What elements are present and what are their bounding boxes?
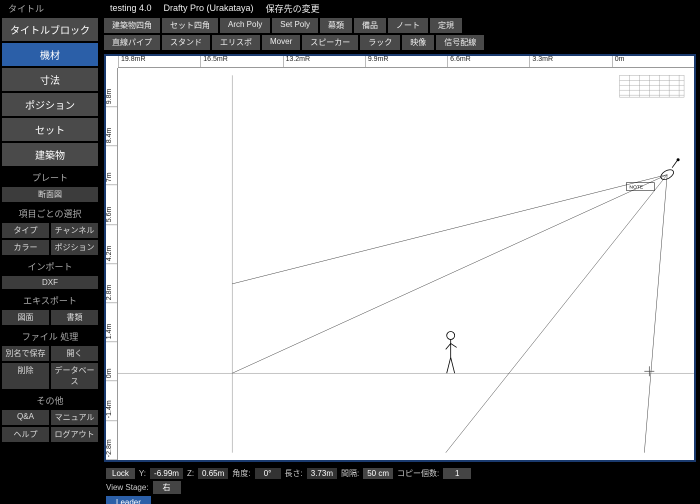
z-label: Z: [187,469,194,478]
drawing-svg: NOTE [118,68,694,460]
ruler-v-tick: 0m [106,342,117,381]
doc-name: testing 4.0 [110,3,152,13]
export-header: エキスポート [2,291,98,308]
ruler-v-tick: 5.6m [106,186,117,225]
tool-row1-5[interactable]: 備品 [354,18,386,33]
ruler-h-tick: 9.9mR [365,56,447,67]
ruler-h-tick: 6.6mR [447,56,529,67]
tool-row2-6[interactable]: 映像 [402,35,434,50]
viewstage-label: View Stage: [106,483,149,492]
ruler-v-tick: 7m [106,146,117,185]
other-row-1-0[interactable]: ヘルプ [2,427,49,442]
ruler-h-tick: 0m [612,56,694,67]
ruler-v-tick: -1.4m [106,382,117,421]
app-name: Drafty Pro (Urakataya) [164,3,254,13]
sidebar-main-2[interactable]: 寸法 [2,68,98,91]
interval-label: 間隔: [341,468,359,479]
import-btn[interactable]: DXF [2,276,98,289]
tool-row2-3[interactable]: Mover [262,35,300,50]
sidebar: タイトルブロック機材寸法ポジションセット建築物プレート断面図項目ごとの選択タイプ… [0,16,100,504]
tool-row2-4[interactable]: スピーカー [302,35,358,50]
export-row-1[interactable]: 書類 [51,310,98,325]
ruler-horizontal: 19.8mR16.5mR13.2mR9.9mR6.6mR3.3mR0m [118,56,694,68]
plate-header: プレート [2,168,98,185]
export-row: 図面書類 [2,310,98,325]
select-row-1-1[interactable]: ポジション [51,240,98,255]
tool-row2-0[interactable]: 直線パイプ [104,35,160,50]
viewstage-select[interactable]: 右 [153,481,181,494]
ruler-v-tick: 9.8m [106,68,117,107]
tool-row1-0[interactable]: 建築物四角 [104,18,160,33]
other-row-0-0[interactable]: Q&A [2,410,49,425]
save-location-button[interactable]: 保存先の変更 [266,2,320,15]
ruler-v-tick: 1.4m [106,303,117,342]
ruler-v-tick: 2.8m [106,264,117,303]
tool-row1-2[interactable]: Arch Poly [220,18,270,33]
ruler-v-tick: -2.8m [106,421,117,460]
ruler-h-tick: 13.2mR [283,56,365,67]
tool-row1-7[interactable]: 定規 [430,18,462,33]
plate-btn[interactable]: 断面図 [2,187,98,202]
lock-button[interactable]: Lock [106,468,135,479]
file-row-1-1[interactable]: データベース [51,363,98,389]
z-value: 0.65m [198,468,228,479]
select-row-1: カラーポジション [2,240,98,255]
copy-input[interactable]: 1 [443,468,471,479]
ruler-vertical: 9.8m8.4m7m5.6m4.2m2.8m1.4m0m-1.4m-2.8m [106,68,118,460]
select-header: 項目ごとの選択 [2,204,98,221]
canvas[interactable]: 19.8mR16.5mR13.2mR9.9mR6.6mR3.3mR0m 9.8m… [104,54,696,462]
file-row-0-0[interactable]: 別名で保存 [2,346,49,361]
title-label: タイトル [8,2,98,15]
file-row-1-0[interactable]: 削除 [2,363,49,389]
other-row-1-1[interactable]: ログアウト [51,427,98,442]
angle-value: 0° [255,468,281,479]
file-header: ファイル 処理 [2,327,98,344]
leader-button[interactable]: Leader [106,496,151,504]
ruler-h-tick: 3.3mR [529,56,611,67]
ruler-v-tick: 8.4m [106,107,117,146]
tool-row1-1[interactable]: セット四角 [162,18,218,33]
tool-row2-5[interactable]: ラック [360,35,400,50]
tool-row2-1[interactable]: スタンド [162,35,210,50]
select-row-0: タイプチャンネル [2,223,98,238]
file-row-1: 削除データベース [2,363,98,389]
y-value: -6.99m [150,468,183,479]
copy-label: コピー個数: [397,468,439,479]
tool-row1-4[interactable]: 幕類 [320,18,352,33]
file-row-0: 別名で保存開く [2,346,98,361]
sidebar-main-0[interactable]: タイトルブロック [2,18,98,41]
tool-row1-6[interactable]: ノート [388,18,428,33]
length-value: 3.73m [307,468,337,479]
sidebar-main-1[interactable]: 機材 [2,43,98,66]
y-label: Y: [139,469,146,478]
sidebar-main-3[interactable]: ポジション [2,93,98,116]
status-bar: Lock Y: -6.99m Z: 0.65m 角度: 0° 長さ: 3.73m… [100,466,700,504]
ruler-h-tick: 16.5mR [200,56,282,67]
export-row-0[interactable]: 図面 [2,310,49,325]
file-row-0-1[interactable]: 開く [51,346,98,361]
import-header: インポート [2,257,98,274]
select-row-0-0[interactable]: タイプ [2,223,49,238]
angle-label: 角度: [232,468,250,479]
interval-input[interactable]: 50 cm [363,468,393,479]
tool-row2-2[interactable]: エリスポ [212,35,260,50]
tool-row1-3[interactable]: Set Poly [272,18,318,33]
tool-row2-7[interactable]: 信号配線 [436,35,484,50]
sidebar-main-5[interactable]: 建築物 [2,143,98,166]
ruler-v-tick: 4.2m [106,225,117,264]
svg-text:NOTE: NOTE [629,185,643,191]
other-row-0-1[interactable]: マニュアル [51,410,98,425]
other-row-0: Q&Aマニュアル [2,410,98,425]
other-row-1: ヘルプログアウト [2,427,98,442]
toolbar-row-1: 建築物四角セット四角Arch PolySet Poly幕類備品ノート定規 [100,16,700,33]
toolbar-row-2: 直線パイプスタンドエリスポMoverスピーカーラック映像信号配線 [100,33,700,50]
other-header: その他 [2,391,98,408]
sidebar-main-4[interactable]: セット [2,118,98,141]
ruler-h-tick: 19.8mR [118,56,200,67]
select-row-1-0[interactable]: カラー [2,240,49,255]
length-label: 長さ: [285,468,303,479]
select-row-0-1[interactable]: チャンネル [51,223,98,238]
